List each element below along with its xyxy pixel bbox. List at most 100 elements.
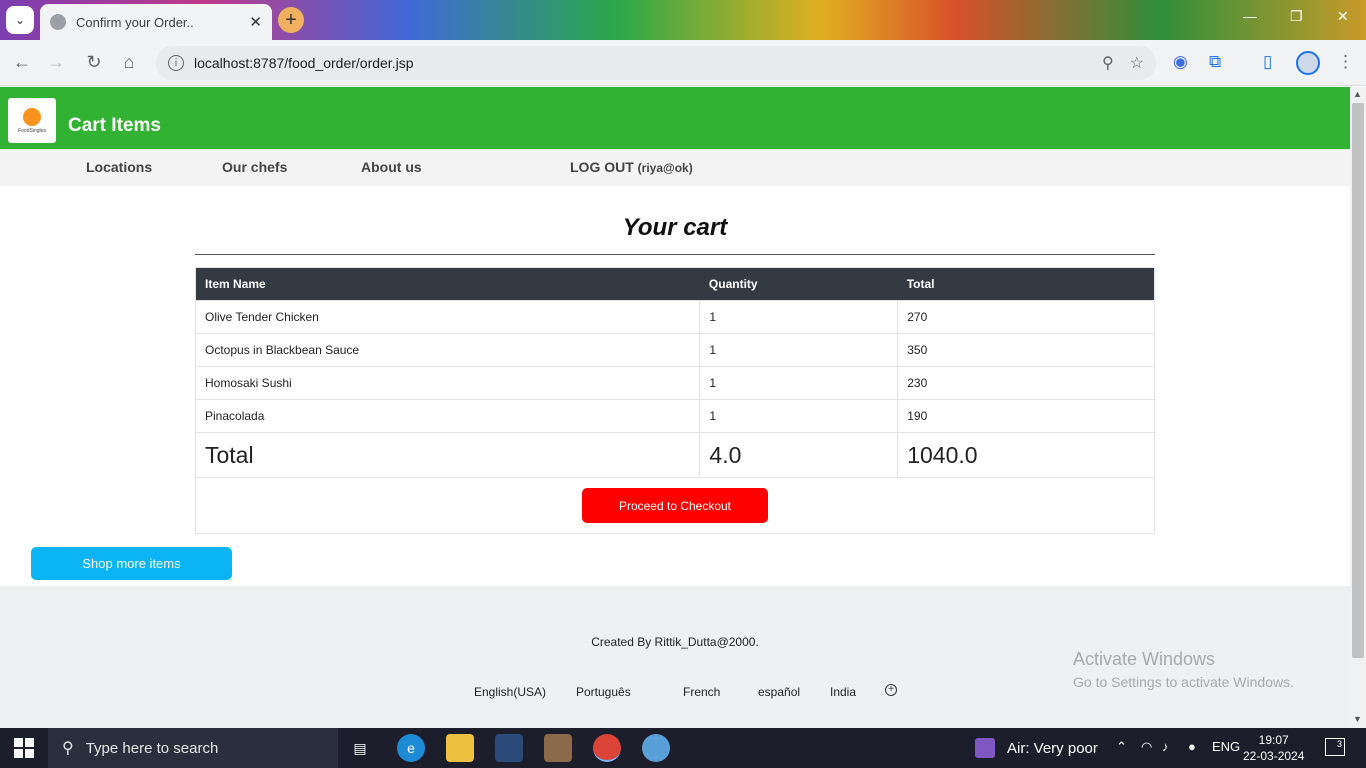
microphone-icon[interactable]: ●: [1188, 739, 1196, 754]
language-link[interactable]: español: [758, 685, 800, 699]
item-quantity: 1: [699, 333, 899, 367]
notification-center-icon[interactable]: 3: [1325, 738, 1345, 756]
file-explorer-icon[interactable]: [446, 734, 474, 762]
logo-text: FoodSingles: [18, 127, 46, 134]
total-label: Total: [195, 432, 701, 478]
language-link[interactable]: India: [830, 685, 856, 699]
windows-taskbar: ⚲ Type here to search ▤ e Air: Very poor…: [0, 728, 1366, 768]
search-icon: ⚲: [62, 740, 74, 757]
page-title: Cart Items: [68, 115, 161, 136]
extension-icon[interactable]: ◉: [1173, 52, 1188, 72]
task-view-icon[interactable]: ▤: [346, 734, 374, 762]
site-header: FoodSingles Cart Items: [0, 87, 1350, 149]
input-language[interactable]: ENG: [1212, 739, 1240, 754]
nav-locations[interactable]: Locations: [86, 159, 152, 175]
reload-icon[interactable]: ↻: [83, 52, 105, 73]
air-quality-icon: [975, 738, 995, 758]
nav-our-chefs[interactable]: Our chefs: [222, 159, 287, 175]
activate-windows-watermark: Activate Windows Go to Settings to activ…: [1073, 649, 1294, 690]
home-icon[interactable]: ⌂: [118, 52, 140, 73]
item-quantity: 1: [699, 300, 899, 334]
browser-tab-bar: ⌄ Confirm your Order.. ✕ + — ❐ ✕: [0, 0, 1366, 40]
scroll-up-icon[interactable]: ▲: [1353, 89, 1362, 99]
page-scrollbar[interactable]: ▲ ▼: [1350, 87, 1366, 728]
checkout-cell: Proceed to Checkout: [195, 477, 1155, 534]
cart-heading: Your cart: [622, 214, 728, 241]
address-bar[interactable]: i localhost:8787/food_order/order.jsp ⚲ …: [156, 46, 1156, 80]
add-language-icon[interactable]: +: [885, 684, 897, 696]
minimize-icon[interactable]: —: [1243, 8, 1257, 24]
edge-browser-icon[interactable]: e: [397, 734, 425, 762]
checkout-row: Proceed to Checkout: [195, 477, 1155, 534]
footer-credit: Created By Rittik_Dutta@2000.: [591, 635, 759, 649]
close-window-icon[interactable]: ✕: [1337, 8, 1349, 25]
column-header-item-name: Item Name: [195, 267, 700, 301]
language-link[interactable]: English(USA): [474, 685, 546, 699]
total-quantity: 4.0: [699, 432, 899, 478]
table-row: Homosaki Sushi 1 230: [195, 366, 1155, 400]
taskbar-search-placeholder: Type here to search: [85, 739, 219, 757]
back-icon[interactable]: ←: [11, 52, 33, 73]
restore-icon[interactable]: ❐: [1290, 8, 1303, 25]
item-name: Homosaki Sushi: [195, 366, 701, 400]
logout-label: LOG OUT: [570, 159, 634, 175]
column-header-quantity: Quantity: [699, 267, 898, 301]
volume-icon[interactable]: ♪: [1162, 739, 1169, 754]
new-tab-button[interactable]: +: [278, 7, 304, 33]
network-icon[interactable]: ◠: [1141, 739, 1152, 755]
proceed-to-checkout-button[interactable]: Proceed to Checkout: [582, 488, 768, 523]
browser-toolbar: ← → ↻ ⌂ i localhost:8787/food_order/orde…: [0, 40, 1366, 86]
item-total: 230: [897, 366, 1155, 400]
total-row: Total 4.0 1040.0: [195, 432, 1155, 478]
ide-app-icon[interactable]: [495, 734, 523, 762]
clock-date: 22-03-2024: [1243, 749, 1305, 763]
total-amount: 1040.0: [897, 432, 1155, 478]
item-name: Octopus in Blackbean Sauce: [195, 333, 701, 367]
shop-more-items-button[interactable]: Shop more items: [31, 547, 232, 580]
taskbar-clock[interactable]: 19:07 22-03-2024: [1243, 732, 1304, 764]
scroll-down-icon[interactable]: ▼: [1353, 714, 1362, 724]
show-hidden-icons-icon[interactable]: ⌃: [1116, 739, 1127, 755]
table-header-row: Item Name Quantity Total: [195, 267, 1155, 301]
logo-icon: [23, 107, 41, 126]
item-quantity: 1: [699, 399, 899, 433]
site-nav: Locations Our chefs About us LOG OUT (ri…: [0, 149, 1350, 186]
nav-about-us[interactable]: About us: [361, 159, 422, 175]
profile-avatar[interactable]: [1296, 51, 1320, 75]
nav-logout[interactable]: LOG OUT (riya@ok): [570, 159, 693, 175]
bookmark-star-icon[interactable]: ☆: [1130, 53, 1144, 73]
site-footer: Created By Rittik_Dutta@2000. English(US…: [0, 586, 1350, 728]
page-favicon-icon: [50, 14, 66, 30]
taskbar-search-box[interactable]: ⚲ Type here to search: [48, 728, 338, 768]
extensions-puzzle-icon[interactable]: ⧉: [1209, 52, 1221, 72]
tab-search-button[interactable]: ⌄: [6, 6, 34, 34]
column-header-total: Total: [897, 267, 1155, 301]
item-name: Pinacolada: [195, 399, 701, 433]
paint-app-icon[interactable]: [642, 734, 670, 762]
browser-tab[interactable]: Confirm your Order.. ✕: [40, 4, 272, 40]
table-row: Olive Tender Chicken 1 270: [195, 300, 1155, 334]
chrome-browser-icon[interactable]: [593, 734, 621, 762]
game-app-icon[interactable]: [544, 734, 572, 762]
cart-table: Item Name Quantity Total Olive Tender Ch…: [195, 267, 1155, 534]
item-total: 270: [897, 300, 1155, 334]
item-quantity: 1: [699, 366, 899, 400]
table-row: Pinacolada 1 190: [195, 399, 1155, 433]
scrollbar-thumb[interactable]: [1352, 103, 1364, 658]
menu-kebab-icon[interactable]: ⋮: [1337, 52, 1354, 72]
windows-start-icon[interactable]: [14, 738, 34, 758]
clock-time: 19:07: [1258, 733, 1289, 747]
language-link[interactable]: French: [683, 685, 720, 699]
site-info-icon[interactable]: i: [168, 55, 184, 71]
item-total: 350: [897, 333, 1155, 367]
close-tab-icon[interactable]: ✕: [249, 13, 262, 31]
url-text: localhost:8787/food_order/order.jsp: [194, 55, 414, 71]
side-panel-icon[interactable]: ▯: [1263, 52, 1272, 72]
language-link[interactable]: Português: [576, 685, 631, 699]
forward-icon[interactable]: →: [45, 52, 67, 73]
zoom-icon[interactable]: ⚲: [1102, 53, 1114, 73]
watermark-title: Activate Windows: [1073, 649, 1216, 669]
item-name: Olive Tender Chicken: [195, 300, 701, 334]
weather-widget[interactable]: Air: Very poor: [975, 738, 1098, 758]
site-logo[interactable]: FoodSingles: [8, 98, 56, 143]
